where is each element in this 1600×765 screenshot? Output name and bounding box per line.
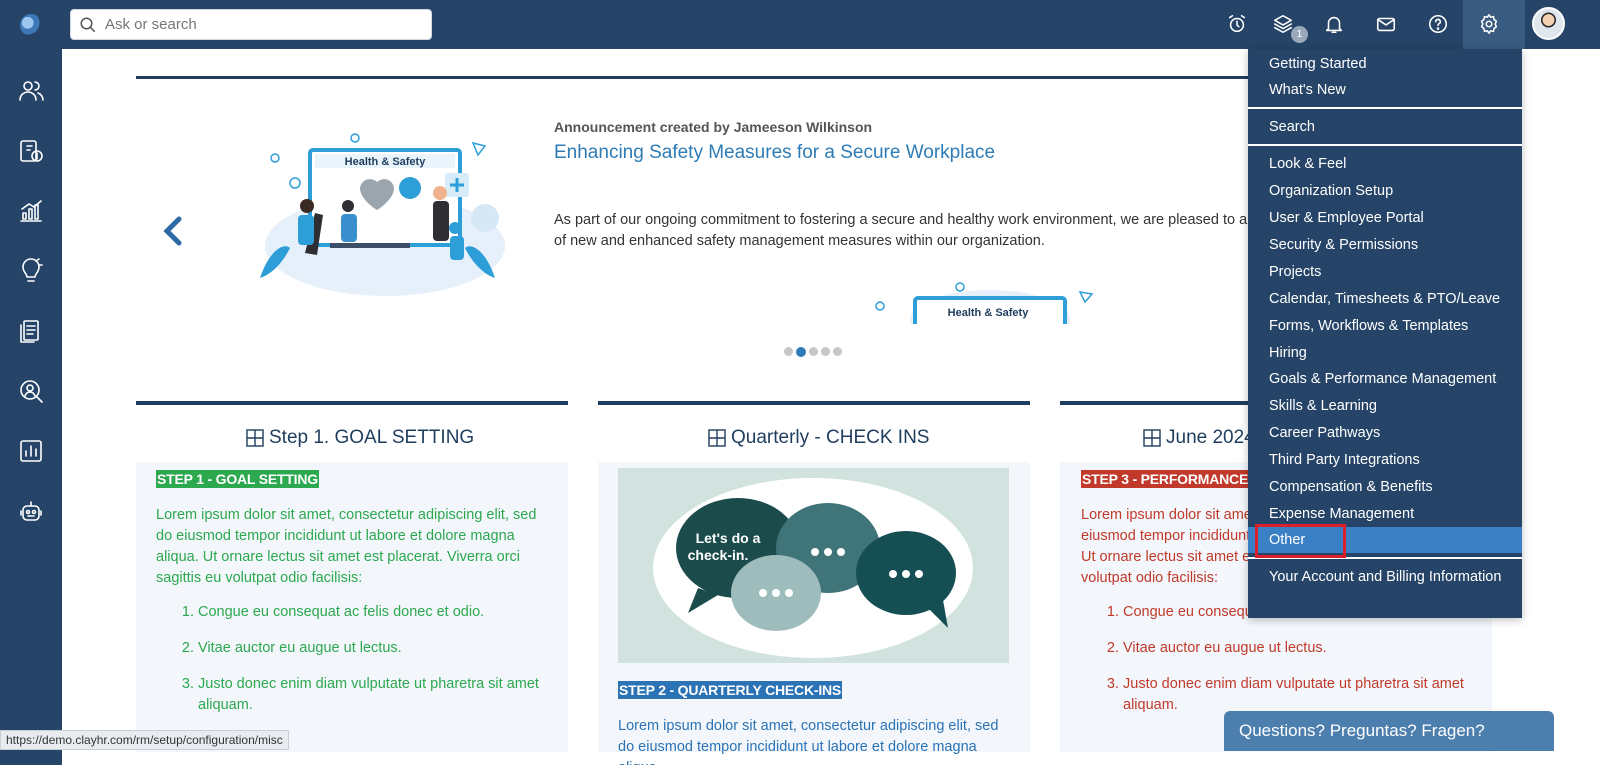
settings-button[interactable]: [1463, 0, 1525, 49]
menu-divider: [1248, 107, 1522, 109]
card-tag: STEP 1 - GOAL SETTING: [156, 470, 319, 488]
bot-assistant-icon[interactable]: [17, 497, 45, 525]
illustration-label: Health & Safety: [948, 307, 1030, 319]
bubble-text: Let's do a: [696, 530, 761, 546]
alarm-clock-icon[interactable]: [1223, 10, 1251, 38]
menu-item-account-billing[interactable]: Your Account and Billing Information: [1248, 564, 1522, 590]
layers-badge: 1: [1291, 26, 1308, 43]
carousel-dot[interactable]: [809, 347, 818, 356]
illustration-label: Health & Safety: [345, 156, 427, 168]
search-placeholder: Ask or search: [105, 16, 197, 33]
menu-item-user-employee-portal[interactable]: User & Employee Portal: [1248, 205, 1522, 231]
card-title-text: Step 1. GOAL SETTING: [269, 427, 475, 448]
announcement-title[interactable]: Enhancing Safety Measures for a Secure W…: [554, 142, 995, 164]
menu-item-compensation-benefits[interactable]: Compensation & Benefits: [1248, 474, 1522, 500]
card-title: Quarterly - CHECK INS: [708, 427, 929, 449]
menu-item-forms-workflows[interactable]: Forms, Workflows & Templates: [1248, 313, 1522, 339]
menu-item-security-permissions[interactable]: Security & Permissions: [1248, 232, 1522, 258]
announcement-body-line: As part of our ongoing commitment to fos…: [554, 212, 1274, 228]
user-avatar[interactable]: [1532, 7, 1565, 40]
grid-icon: [1143, 429, 1161, 447]
card-title: June 2024: [1143, 427, 1255, 449]
analytics-chart-icon[interactable]: [17, 197, 45, 225]
card-title-text: June 2024: [1166, 427, 1255, 448]
menu-item-calendar-timesheets[interactable]: Calendar, Timesheets & PTO/Leave: [1248, 286, 1522, 312]
menu-item-look-and-feel[interactable]: Look & Feel: [1248, 151, 1522, 177]
menu-item-skills-learning[interactable]: Skills & Learning: [1248, 393, 1522, 419]
top-bar: Ask or search 1: [0, 0, 1600, 49]
menu-item-getting-started[interactable]: Getting Started: [1248, 51, 1522, 77]
health-safety-illustration-small: Health & Safety: [875, 282, 1094, 324]
menu-item-organization-setup[interactable]: Organization Setup: [1248, 178, 1522, 204]
menu-item-third-party-integrations[interactable]: Third Party Integrations: [1248, 447, 1522, 473]
highlight-box: [1255, 524, 1346, 558]
carousel-dot[interactable]: [784, 347, 793, 356]
carousel-dot[interactable]: [821, 347, 830, 356]
menu-item-projects[interactable]: Projects: [1248, 259, 1522, 285]
card-lorem-line: Lorem ipsum dolor sit amet: [1081, 507, 1256, 523]
left-sidebar: [0, 49, 62, 765]
people-icon[interactable]: [17, 77, 45, 105]
list-item: Congue eu consequat ac felis donec et od…: [198, 602, 548, 623]
ideas-lightbulb-icon[interactable]: [17, 257, 45, 285]
grid-icon: [246, 429, 264, 447]
card-lorem-line: volutpat odio facilisis:: [1081, 570, 1219, 586]
carousel-dot-active[interactable]: [796, 346, 806, 357]
card-tag: STEP 3 - PERFORMANCE R: [1081, 470, 1263, 488]
hero-top-border: [136, 76, 1256, 79]
card-lorem-line: Ut ornare lectus sit amet e: [1081, 549, 1251, 565]
list-item: Justo donec enim diam vulputate ut phare…: [1123, 674, 1473, 716]
list-item: Justo donec enim diam vulputate ut phare…: [198, 674, 548, 716]
card-lorem: Lorem ipsum dolor sit amet, consectetur …: [618, 718, 999, 765]
announcement-body-line: of new and enhanced safety management me…: [554, 233, 1045, 249]
list-item: Vitae auctor eu augue ut lectus.: [1123, 638, 1473, 659]
card-top-border: [136, 401, 568, 405]
carousel-dots: [784, 346, 842, 357]
bell-icon[interactable]: [1320, 10, 1348, 38]
candidate-search-icon[interactable]: [17, 377, 45, 405]
bubble-text: check-in.: [688, 547, 749, 563]
gear-icon: [1475, 10, 1503, 38]
announcement-author: Announcement created by Jameeson Wilkins…: [554, 119, 873, 135]
list-item: Vitae auctor eu augue ut lectus.: [198, 638, 548, 659]
health-safety-illustration: Health & Safety: [260, 133, 505, 296]
card-lorem: Lorem ipsum dolor sit amet eiusmod tempo…: [1081, 505, 1256, 589]
mail-icon[interactable]: [1372, 10, 1400, 38]
check-in-bubbles-image: Let's do a check-in.: [618, 468, 1009, 663]
grid-icon: [708, 429, 726, 447]
documents-icon[interactable]: [17, 317, 45, 345]
card-lorem-line: eiusmod tempor incididunt: [1081, 528, 1251, 544]
announcement-body: As part of our ongoing commitment to fos…: [554, 210, 1274, 252]
menu-item-career-pathways[interactable]: Career Pathways: [1248, 420, 1522, 446]
search-icon: [80, 17, 96, 32]
help-chat-button[interactable]: Questions? Preguntas? Fragen?: [1224, 711, 1554, 751]
carousel-prev-arrow-icon[interactable]: [160, 216, 186, 246]
menu-item-hiring[interactable]: Hiring: [1248, 340, 1522, 366]
help-icon[interactable]: [1424, 10, 1452, 38]
card-list: Congue eu consequat ac felis donec et od…: [198, 602, 548, 731]
card-lorem: Lorem ipsum dolor sit amet, consectetur …: [156, 507, 537, 586]
card-top-border: [598, 401, 1030, 405]
menu-item-whats-new[interactable]: What's New: [1248, 77, 1522, 103]
search-input[interactable]: Ask or search: [70, 9, 432, 40]
status-bar-url: https://demo.clayhr.com/rm/setup/configu…: [0, 730, 289, 750]
menu-divider: [1248, 144, 1522, 146]
card-tag: STEP 2 - QUARTERLY CHECK-INS: [618, 681, 843, 699]
card-title: Step 1. GOAL SETTING: [246, 427, 474, 449]
carousel-dot[interactable]: [833, 347, 842, 356]
app-logo-icon[interactable]: [20, 14, 42, 36]
card-title-text: Quarterly - CHECK INS: [731, 427, 930, 448]
payroll-icon[interactable]: [17, 137, 45, 165]
reports-icon[interactable]: [17, 437, 45, 465]
menu-item-goals-performance[interactable]: Goals & Performance Management: [1248, 366, 1522, 392]
menu-item-search[interactable]: Search: [1248, 114, 1522, 140]
